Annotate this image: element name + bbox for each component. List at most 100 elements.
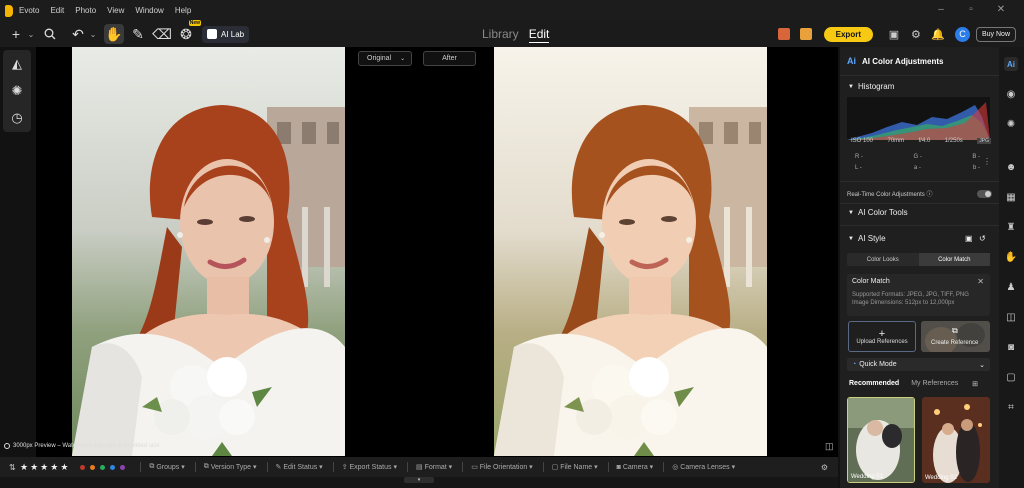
chevron-down-icon[interactable]: ⌄ xyxy=(26,24,36,44)
star-icon[interactable]: ★ xyxy=(20,462,28,473)
minimize-icon[interactable]: – xyxy=(926,4,956,15)
grid-view-icon[interactable]: ⊞ xyxy=(972,380,978,388)
info-icon xyxy=(4,443,10,449)
menu-window[interactable]: Window xyxy=(135,6,163,15)
search-icon[interactable] xyxy=(40,24,60,44)
sort-icon[interactable]: ⇅ xyxy=(9,463,16,472)
hand-tool-icon[interactable]: ✋ xyxy=(104,24,124,44)
filter-version-type[interactable]: ⧉ Version Type ▾ xyxy=(194,462,257,472)
export-button[interactable]: Export xyxy=(823,26,873,42)
star-icon[interactable]: ★ xyxy=(40,462,48,473)
settings-icon[interactable]: ⚙ xyxy=(821,463,828,472)
window-controls: – ▫ ✕ xyxy=(926,4,1016,15)
portrait-tool-icon[interactable]: ◭ xyxy=(3,50,31,77)
star-icon[interactable]: ★ xyxy=(50,462,58,473)
color-label-dot[interactable] xyxy=(110,464,116,470)
folder-icon[interactable]: ▢ xyxy=(1004,370,1018,384)
save-style-icon[interactable]: ▣ xyxy=(965,234,973,243)
reset-icon[interactable]: ↺ xyxy=(979,234,986,243)
filter-groups[interactable]: ⧉ Groups ▾ xyxy=(140,462,185,472)
skin-tool-icon[interactable]: ✺ xyxy=(3,77,31,104)
tab-my-references[interactable]: My References xyxy=(911,380,958,387)
clothing-icon[interactable]: ♜ xyxy=(1004,220,1018,234)
realtime-toggle[interactable] xyxy=(977,189,992,198)
undo-history-chevron-icon[interactable]: ⌄ xyxy=(88,24,98,44)
face-icon[interactable]: ☻ xyxy=(1004,160,1018,174)
camera-icon[interactable]: ◙ xyxy=(1004,340,1018,354)
hand-icon[interactable]: ✋ xyxy=(1004,250,1018,264)
menu-view[interactable]: View xyxy=(107,6,124,15)
maximize-icon[interactable]: ▫ xyxy=(956,4,986,15)
histogram-section[interactable]: ▼ Histogram xyxy=(840,82,894,91)
ai-lab-button[interactable]: AI Lab xyxy=(202,25,250,43)
ai-edit-tool-icon[interactable]: ❂ New xyxy=(176,20,201,44)
close-icon[interactable]: ✕ xyxy=(977,277,984,286)
export-status-icon: ⇪ xyxy=(341,464,350,471)
filter-format[interactable]: ▤ Format ▾ xyxy=(407,462,452,472)
color-tools-section[interactable]: ▼ AI Color Tools xyxy=(840,208,908,217)
preview-note-text: 3000px Preview – Watermark adjusted to p… xyxy=(13,443,160,449)
shirt-icon[interactable]: ♟ xyxy=(1004,280,1018,294)
menu-help[interactable]: Help xyxy=(175,6,191,15)
promo-icon[interactable] xyxy=(799,28,812,40)
upload-references-button[interactable]: + Upload References xyxy=(848,321,916,352)
after-label[interactable]: After xyxy=(423,51,476,66)
notification-bell-icon[interactable]: 🔔 xyxy=(931,28,945,41)
menu-evoto[interactable]: Evoto xyxy=(19,6,39,15)
brush-tool-icon[interactable]: ✎ xyxy=(128,24,148,44)
close-icon[interactable]: ✕ xyxy=(986,4,1016,15)
reference-thumb[interactable]: Wedding 02 xyxy=(922,397,990,483)
crop-icon[interactable]: ⌗ xyxy=(1004,400,1018,414)
layout-toggle-icon[interactable]: ◫ xyxy=(825,441,834,452)
canvas-area[interactable]: Original ⌄ After ◫ xyxy=(36,47,838,457)
background-icon[interactable]: ▦ xyxy=(1004,190,1018,204)
filter-camera[interactable]: ◙ Camera ▾ xyxy=(607,462,653,472)
undo-icon[interactable]: ↶ xyxy=(68,24,88,44)
tab-library[interactable]: Library xyxy=(482,27,519,43)
add-icon[interactable]: + xyxy=(6,24,26,44)
batch-export-icon[interactable]: ▣ xyxy=(888,28,900,41)
buy-now-button[interactable]: Buy Now xyxy=(975,26,1016,42)
filter-file-orientation[interactable]: ▭ File Orientation ▾ xyxy=(462,462,533,472)
image-dimensions: Image Dimensions: 512px to 12,000px xyxy=(852,300,955,306)
reference-thumb[interactable]: Wedding 01 xyxy=(847,397,915,483)
gift-icon[interactable] xyxy=(777,28,790,40)
avatar[interactable]: C xyxy=(954,26,970,42)
ai-style-section[interactable]: ▼ AI Style ▣ ↺ xyxy=(840,234,999,243)
left-tool-panel: ◭ ✺ ◷ xyxy=(3,50,31,132)
menu-photo[interactable]: Photo xyxy=(75,6,96,15)
menu-edit[interactable]: Edit xyxy=(50,6,64,15)
filter-camera-lenses[interactable]: ◎ Camera Lenses ▾ xyxy=(663,462,735,472)
adjust-icon[interactable]: ✺ xyxy=(1004,117,1018,131)
reference-tabs: Recommended My References ⊞ xyxy=(849,380,990,388)
filter-edit-status[interactable]: ✎ Edit Status ▾ xyxy=(266,462,323,472)
star-icon[interactable]: ★ xyxy=(60,462,68,473)
palette-icon[interactable]: ◉ xyxy=(1004,87,1018,101)
history-icon[interactable]: ◷ xyxy=(3,104,31,131)
color-match-info: Color Match Supported Formats: JPEG, JPG… xyxy=(847,274,990,316)
ai-color-icon[interactable]: Ai xyxy=(1004,57,1018,71)
color-label-dot[interactable] xyxy=(120,464,126,470)
filmstrip-toggle-icon[interactable]: ▾ xyxy=(404,477,434,483)
tab-color-looks[interactable]: Color Looks xyxy=(847,253,919,266)
star-icon[interactable]: ★ xyxy=(30,462,38,473)
tab-recommended[interactable]: Recommended xyxy=(849,380,899,387)
compare-mode-select[interactable]: Original ⌄ xyxy=(358,51,412,66)
thumb-caption: Wedding 02 xyxy=(925,475,957,481)
tab-edit[interactable]: Edit xyxy=(528,27,550,43)
tab-color-match[interactable]: Color Match xyxy=(918,253,990,266)
filter-file-name[interactable]: ▢ File Name ▾ xyxy=(542,462,598,472)
filter-export-status[interactable]: ⇪ Export Status ▾ xyxy=(332,462,397,472)
color-label-dot[interactable] xyxy=(90,464,96,470)
quick-mode-select[interactable]: ◔ Quick Mode ⌄ xyxy=(847,358,990,371)
color-label-dot[interactable] xyxy=(80,464,86,470)
color-label-dot[interactable] xyxy=(100,464,106,470)
create-reference-button[interactable]: ⧉ Create Reference xyxy=(921,321,990,352)
eraser-tool-icon[interactable]: ⌫ xyxy=(152,24,172,44)
panel-title: AI Color Adjustments xyxy=(862,56,944,66)
more-icon[interactable]: ⋮ xyxy=(983,157,991,166)
filmstrip-toggle-bar: ▾ xyxy=(0,477,838,488)
rating-filter[interactable]: ★ ★ ★ ★ ★ xyxy=(20,462,70,473)
erase-icon[interactable]: ◫ xyxy=(1004,310,1018,324)
presets-icon[interactable]: ⚙ xyxy=(910,28,922,41)
